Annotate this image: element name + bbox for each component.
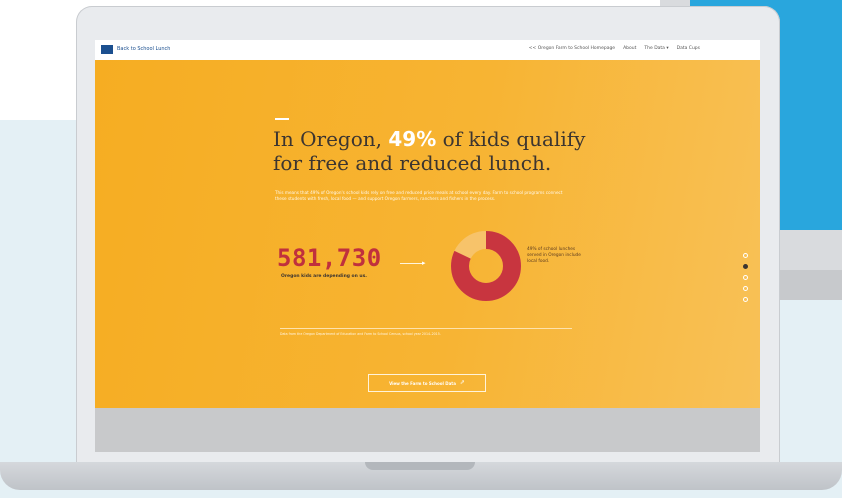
hero-section: In Oregon, 49% of kids qualify for free …: [95, 60, 760, 408]
laptop-screen: Back to School Lunch << Oregon Farm to S…: [95, 40, 760, 452]
logo-text[interactable]: Back to School Lunch: [117, 46, 170, 52]
view-data-button[interactable]: View the Farm to School Data ⇗: [368, 374, 486, 392]
nav-link-homepage[interactable]: << Oregon Farm to School Homepage: [529, 46, 615, 51]
section-nav-dot[interactable]: [743, 253, 748, 258]
donut-chart: [451, 231, 521, 301]
section-nav-dot[interactable]: [743, 264, 748, 269]
page-title: In Oregon, 49% of kids qualify for free …: [273, 127, 613, 175]
donut-caption: 49% of school lunches served in Oregon i…: [527, 247, 581, 265]
section-nav-dots: [743, 253, 748, 302]
nav-links: << Oregon Farm to School Homepage About …: [529, 46, 700, 51]
arrow-right-icon: ▸: [422, 259, 426, 267]
oregon-map-logo-icon[interactable]: [101, 45, 113, 54]
next-section-panel: [95, 408, 760, 452]
eyebrow-rule: [275, 118, 289, 120]
connector-line: [400, 263, 422, 264]
footnote: Data from the Oregon Department of Educa…: [280, 332, 441, 336]
nav-link-the-data[interactable]: The Data ▾: [644, 46, 668, 51]
section-nav-dot[interactable]: [743, 275, 748, 280]
navbar: Back to School Lunch << Oregon Farm to S…: [95, 40, 760, 61]
section-nav-dot[interactable]: [743, 297, 748, 302]
cta-label: View the Farm to School Data: [389, 380, 456, 386]
laptop-notch: [365, 462, 475, 470]
nav-link-data-cups[interactable]: Data Cups: [677, 46, 700, 51]
divider: [280, 328, 572, 329]
headline-percent: 49%: [388, 127, 437, 151]
section-nav-dot[interactable]: [743, 286, 748, 291]
kids-count-caption: Oregon kids are depending on us.: [281, 274, 368, 279]
headline-before: In Oregon,: [273, 127, 389, 151]
nav-link-about[interactable]: About: [623, 46, 636, 51]
share-icon: ⇗: [459, 379, 465, 386]
kids-count-stat: 581,730: [277, 244, 382, 272]
intro-paragraph: This means that 49% of Oregon's school k…: [275, 190, 563, 201]
